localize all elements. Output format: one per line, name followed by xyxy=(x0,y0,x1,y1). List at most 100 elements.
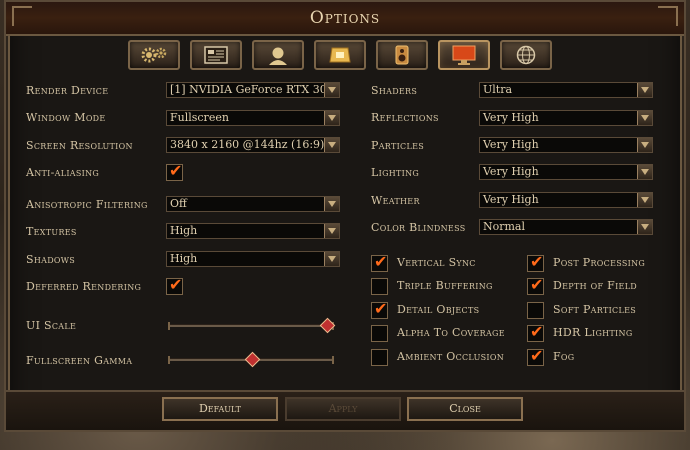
deferred-rendering-checkbox[interactable]: ✔ xyxy=(166,275,183,295)
toggle-checkbox[interactable] xyxy=(371,278,388,295)
deferred-rendering-label: Deferred Rendering xyxy=(26,280,142,293)
monitor-icon xyxy=(452,45,476,65)
toggle-label: Post Processing xyxy=(553,256,646,269)
toggle-checkbox[interactable]: ✔ xyxy=(371,299,388,319)
checkmark-icon: ✔ xyxy=(169,275,183,294)
shadows-dropdown[interactable]: High xyxy=(166,251,340,267)
lighting-dropdown[interactable]: Very High xyxy=(479,164,653,180)
chevron-down-icon[interactable] xyxy=(324,197,339,211)
anisotropic-filtering-dropdown[interactable]: Off xyxy=(166,196,340,212)
corner-ornament xyxy=(658,6,678,26)
tab-gameplay[interactable] xyxy=(128,40,180,70)
tab-interface[interactable] xyxy=(190,40,242,70)
gears-icon xyxy=(141,47,167,63)
tab-graphics[interactable] xyxy=(438,40,490,70)
globe-icon xyxy=(516,45,536,65)
apply-button[interactable]: Apply xyxy=(285,397,401,421)
chevron-down-icon[interactable] xyxy=(637,138,652,152)
toggle-label: Ambient Occlusion xyxy=(397,350,505,363)
render-device-label: Render Device xyxy=(26,84,109,97)
display-panel-icon xyxy=(204,46,228,64)
ui-scale-label: UI Scale xyxy=(26,319,77,332)
shadows-value: High xyxy=(170,252,198,265)
anti-aliasing-checkbox[interactable]: ✔ xyxy=(166,161,183,181)
textures-label: Textures xyxy=(26,225,77,238)
slider-end xyxy=(168,322,170,330)
checkmark-icon: ✔ xyxy=(530,275,544,294)
corner-ornament xyxy=(12,6,32,26)
chevron-down-icon[interactable] xyxy=(324,224,339,238)
chevron-down-icon[interactable] xyxy=(637,220,652,234)
color-blindness-dropdown[interactable]: Normal xyxy=(479,219,653,235)
weather-dropdown[interactable]: Very High xyxy=(479,192,653,208)
screen-resolution-dropdown[interactable]: 3840 x 2160 @144hz (16:9) xyxy=(166,137,340,153)
anti-aliasing-label: Anti-aliasing xyxy=(26,166,100,179)
textures-value: High xyxy=(170,224,198,237)
lighting-label: Lighting xyxy=(371,166,420,179)
anisotropic-filtering-label: Anisotropic Filtering xyxy=(26,198,148,211)
checkmark-icon: ✔ xyxy=(530,252,544,271)
toggle-checkbox[interactable]: ✔ xyxy=(527,346,544,366)
color-blindness-value: Normal xyxy=(483,220,526,233)
reflections-value: Very High xyxy=(483,111,539,124)
shaders-label: Shaders xyxy=(371,84,418,97)
chevron-down-icon[interactable] xyxy=(324,111,339,125)
window-mode-label: Window Mode xyxy=(26,111,106,124)
toggle-label: Depth of Field xyxy=(553,279,638,292)
toggle-label: Detail Objects xyxy=(397,303,480,316)
checkmark-icon: ✔ xyxy=(374,299,388,318)
reflections-dropdown[interactable]: Very High xyxy=(479,110,653,126)
title-bar: Options xyxy=(6,2,684,36)
toggle-checkbox[interactable]: ✔ xyxy=(527,275,544,295)
shaders-dropdown[interactable]: Ultra xyxy=(479,82,653,98)
window-mode-value: Fullscreen xyxy=(170,111,229,124)
toggle-label: HDR Lighting xyxy=(553,326,633,339)
color-blindness-label: Color Blindness xyxy=(371,221,466,234)
close-button[interactable]: Close xyxy=(407,397,523,421)
toggle-checkbox[interactable]: ✔ xyxy=(527,322,544,342)
gamma-slider[interactable] xyxy=(168,351,334,368)
toggle-label: Fog xyxy=(553,350,575,363)
toggle-label: Vertical Sync xyxy=(397,256,476,269)
toggle-label: Soft Particles xyxy=(553,303,636,316)
character-icon xyxy=(269,47,287,65)
default-button[interactable]: Default xyxy=(162,397,278,421)
screen-resolution-value: 3840 x 2160 @144hz (16:9) xyxy=(170,138,325,151)
toggle-checkbox[interactable]: ✔ xyxy=(371,252,388,272)
checkmark-icon: ✔ xyxy=(530,322,544,341)
toggle-checkbox[interactable] xyxy=(527,302,544,319)
window-title: Options xyxy=(309,8,381,28)
window-mode-dropdown[interactable]: Fullscreen xyxy=(166,110,340,126)
particles-value: Very High xyxy=(483,138,539,151)
fullscreen-gamma-label: Fullscreen Gamma xyxy=(26,354,133,367)
shadows-label: Shadows xyxy=(26,253,76,266)
tab-character[interactable] xyxy=(252,40,304,70)
render-device-value: [1] NVIDIA GeForce RTX 3080 xyxy=(170,83,340,96)
ui-scale-slider[interactable] xyxy=(168,317,336,334)
chevron-down-icon[interactable] xyxy=(637,165,652,179)
render-device-dropdown[interactable]: [1] NVIDIA GeForce RTX 3080 xyxy=(166,82,340,98)
slider-end xyxy=(168,356,170,364)
chevron-down-icon[interactable] xyxy=(637,111,652,125)
toggle-label: Alpha To Coverage xyxy=(397,326,505,339)
checkmark-icon: ✔ xyxy=(374,252,388,271)
speaker-icon xyxy=(395,45,409,65)
toggle-checkbox[interactable] xyxy=(371,325,388,342)
options-window: Options xyxy=(4,0,686,432)
toggle-checkbox[interactable] xyxy=(371,349,388,366)
toggle-checkbox[interactable]: ✔ xyxy=(527,252,544,272)
tab-language[interactable] xyxy=(500,40,552,70)
particles-label: Particles xyxy=(371,139,425,152)
chevron-down-icon[interactable] xyxy=(324,83,339,97)
tab-audio[interactable] xyxy=(376,40,428,70)
chevron-down-icon[interactable] xyxy=(637,193,652,207)
chevron-down-icon[interactable] xyxy=(324,252,339,266)
particles-dropdown[interactable]: Very High xyxy=(479,137,653,153)
tab-controls[interactable] xyxy=(314,40,366,70)
chevron-down-icon[interactable] xyxy=(324,138,339,152)
textures-dropdown[interactable]: High xyxy=(166,223,340,239)
chevron-down-icon[interactable] xyxy=(637,83,652,97)
screen-resolution-label: Screen Resolution xyxy=(26,139,133,152)
shaders-value: Ultra xyxy=(483,83,513,96)
lighting-value: Very High xyxy=(483,165,539,178)
